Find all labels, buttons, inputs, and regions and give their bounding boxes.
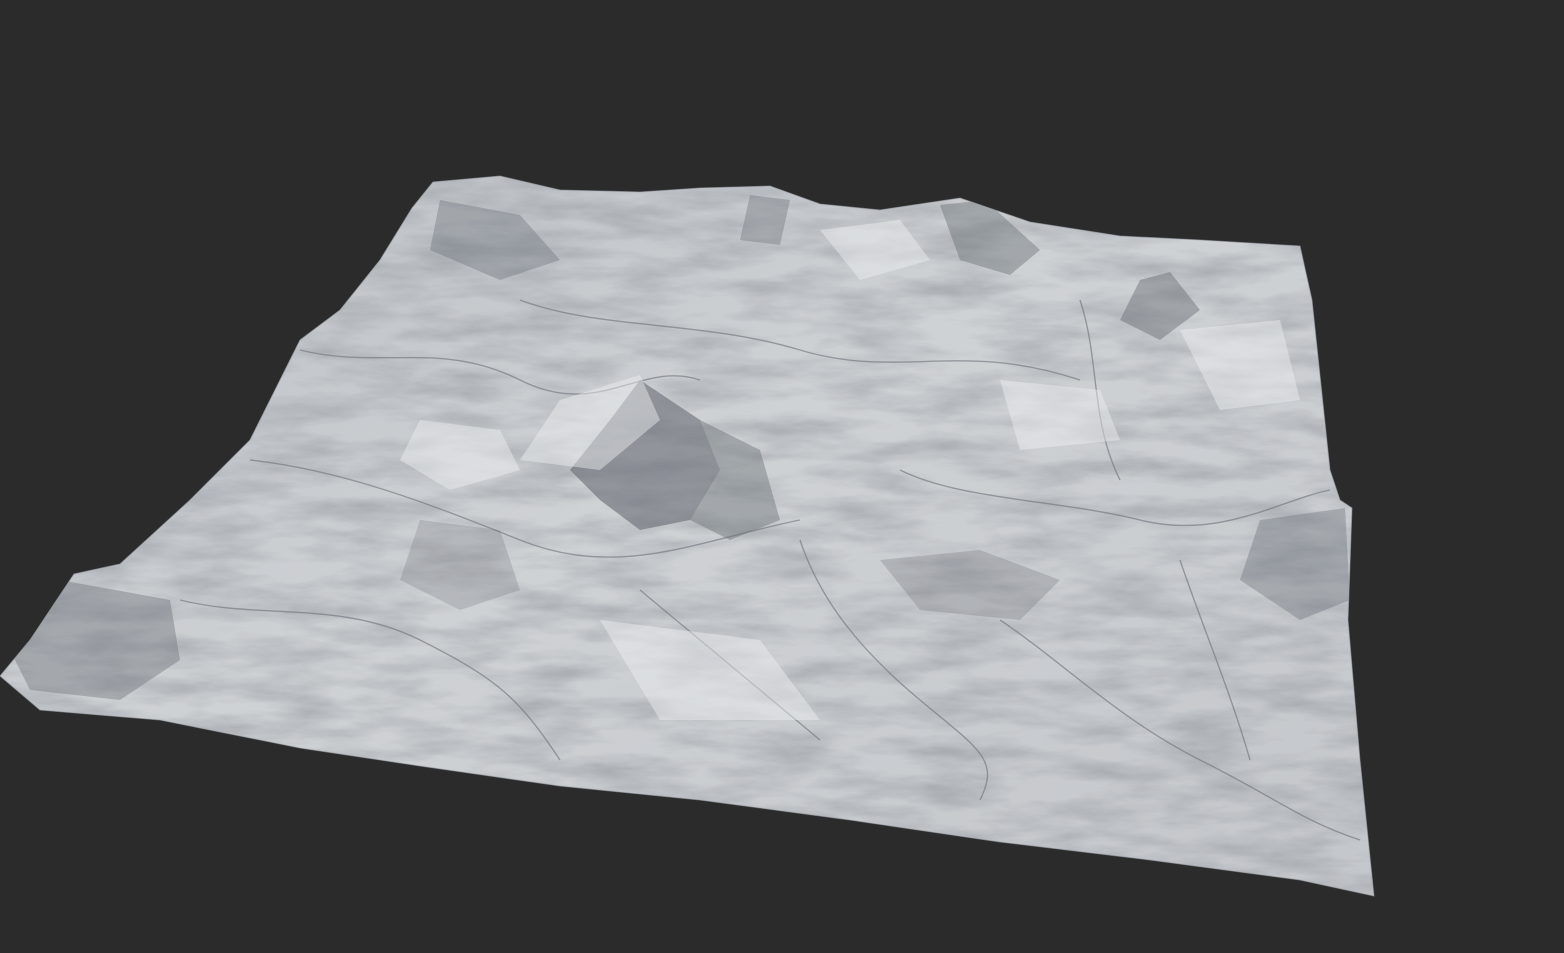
terrain-render[interactable] — [0, 0, 1564, 953]
3d-viewport[interactable] — [0, 0, 1564, 953]
